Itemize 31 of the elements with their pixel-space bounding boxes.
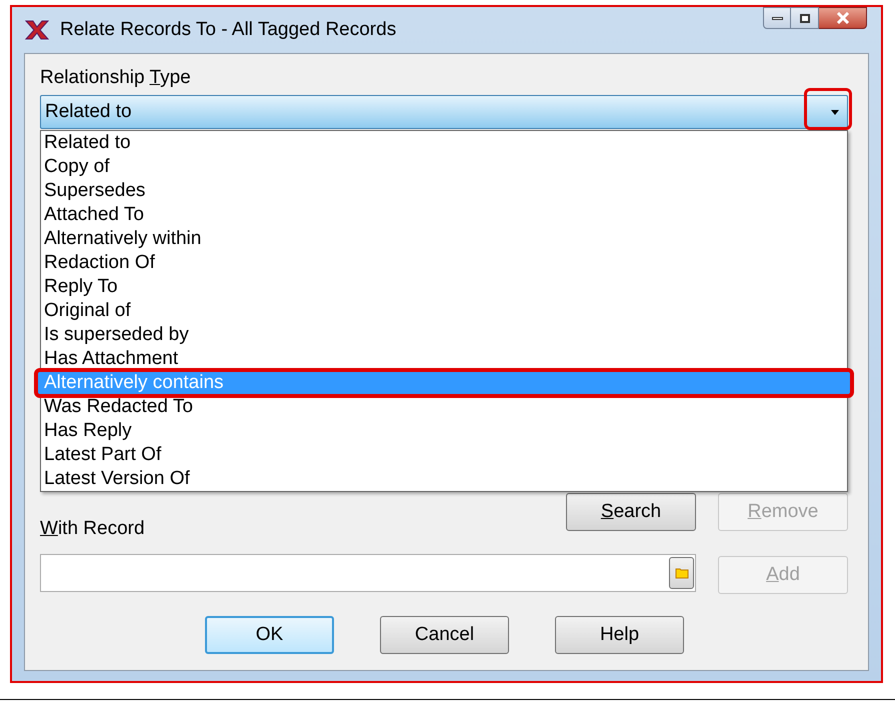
dropdown-option[interactable]: Copy of <box>41 155 847 179</box>
dropdown-option[interactable]: Related to <box>41 131 847 155</box>
dropdown-option[interactable]: Has Attachment <box>41 347 847 371</box>
dropdown-option[interactable]: Supersedes <box>41 179 847 203</box>
dropdown-option[interactable]: Original of <box>41 299 847 323</box>
close-button[interactable] <box>819 7 867 29</box>
caret-icon <box>831 110 839 114</box>
dropdown-option[interactable]: Attached To <box>41 203 847 227</box>
dropdown-option[interactable]: Latest Version Of <box>41 467 847 491</box>
dialog-button[interactable]: OK <box>205 616 334 654</box>
close-icon <box>836 12 850 24</box>
field-label: With Record <box>40 517 145 541</box>
dropdown-option[interactable]: Reply To <box>41 275 847 299</box>
field-label: Relationship Type <box>40 66 191 90</box>
window-title: Relate Records To - All Tagged Records <box>60 18 396 42</box>
folder-icon <box>674 567 688 579</box>
dialog-button[interactable]: Help <box>555 616 684 654</box>
dropdown-option[interactable]: Alternatively within <box>41 227 847 251</box>
record-input-field[interactable] <box>40 554 696 592</box>
browse-button[interactable] <box>669 557 694 589</box>
dropdown-option[interactable]: Latest Part Of <box>41 443 847 467</box>
dropdown-option[interactable]: Redaction Of <box>41 251 847 275</box>
maximize-button[interactable] <box>791 7 819 29</box>
search-button[interactable]: Search <box>566 493 696 531</box>
dropdown-option[interactable]: Has Reply <box>41 419 847 443</box>
minimize-button[interactable] <box>763 7 791 29</box>
relationship-type-dropdown[interactable]: Related to <box>40 95 848 129</box>
dropdown-option[interactable]: Was Redacted To <box>41 395 847 419</box>
app-logo-icon <box>24 19 50 41</box>
dropdown-option[interactable]: Is superseded by <box>41 323 847 347</box>
dialog-button[interactable]: Cancel <box>380 616 509 654</box>
